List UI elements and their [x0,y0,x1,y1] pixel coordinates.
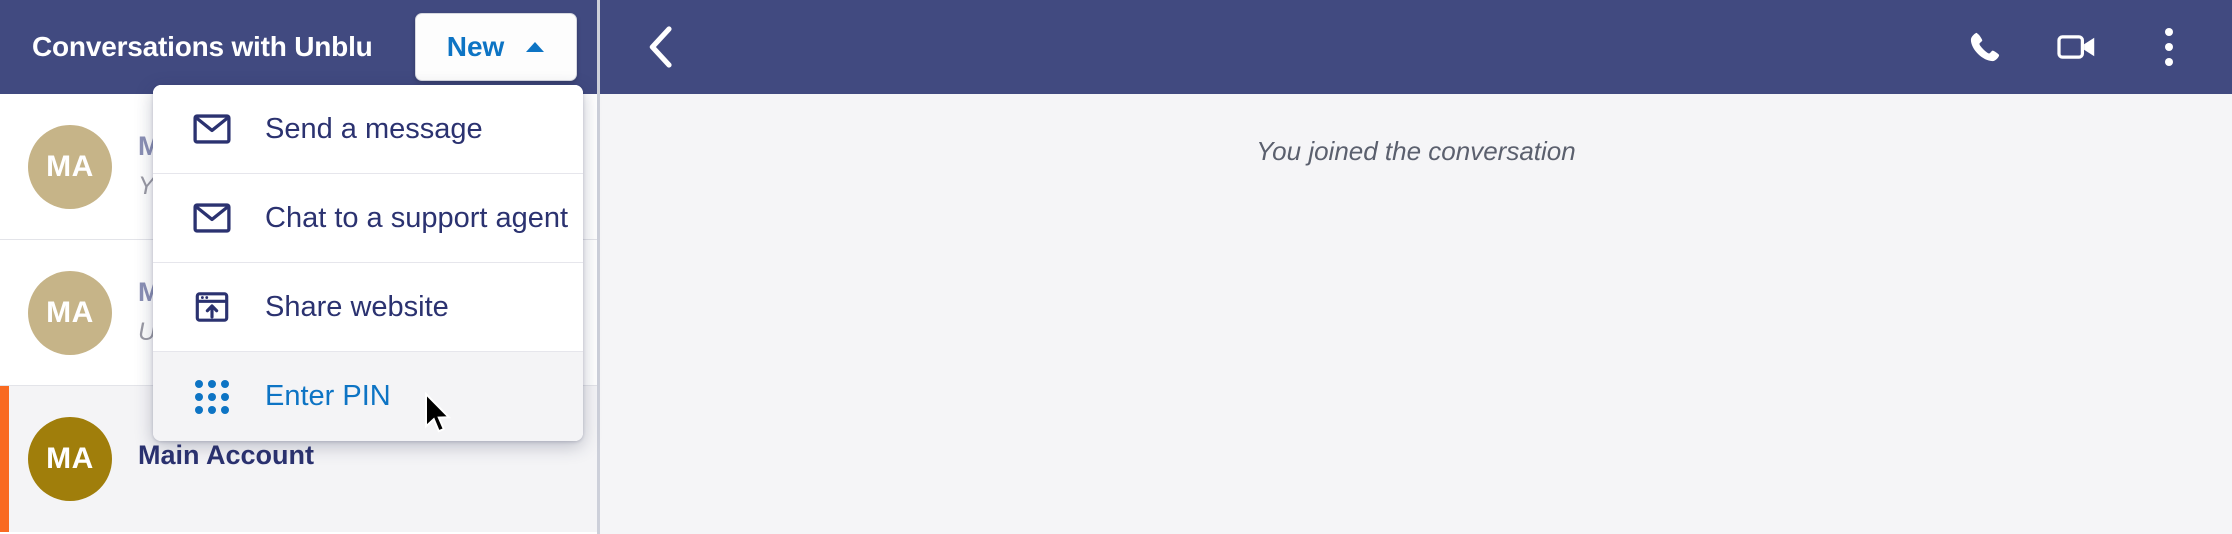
share-window-icon [193,288,231,326]
conversation-pane: You joined the conversation [600,0,2232,534]
new-button-label: New [446,31,505,62]
more-options-button[interactable] [2146,24,2192,70]
menu-item-label: Chat to a support agent [265,201,569,234]
more-vertical-icon [2165,28,2173,66]
chat-message-area: You joined the conversation [600,94,2232,534]
new-conversation-button[interactable]: New [414,13,577,81]
caret-up-icon [526,42,545,52]
menu-item-enter-pin[interactable]: Enter PIN [153,352,583,441]
conversations-sidebar: Conversations with Unblu New MA Ma Yo MA… [0,0,600,534]
video-call-button[interactable] [2054,24,2100,70]
chat-application: Conversations with Unblu New MA Ma Yo MA… [0,0,2232,534]
avatar: MA [28,417,112,501]
sidebar-title: Conversations with Unblu [32,31,373,62]
sidebar-header: Conversations with Unblu New [0,0,597,94]
envelope-icon [193,110,231,148]
menu-item-label: Share website [265,290,449,323]
conversation-name: Main Account [138,440,315,471]
conversation-actions [1962,24,2192,70]
conversation-header [600,0,2232,94]
new-conversation-dropdown: Send a message Chat to a support agent S… [153,85,583,441]
menu-item-label: Enter PIN [265,380,391,412]
audio-call-button[interactable] [1962,24,2008,70]
back-button[interactable] [638,24,684,70]
envelope-icon [193,199,231,237]
menu-item-send-a-message[interactable]: Send a message [153,85,583,174]
avatar: MA [28,124,112,209]
menu-item-share-website[interactable]: Share website [153,263,583,352]
avatar: MA [28,270,112,355]
keypad-dots-icon [193,378,231,416]
menu-item-chat-to-a-support-agent[interactable]: Chat to a support agent [153,174,583,263]
system-message: You joined the conversation [1256,136,1576,166]
conversation-text: Main Account [138,439,314,479]
menu-item-label: Send a message [265,112,483,145]
